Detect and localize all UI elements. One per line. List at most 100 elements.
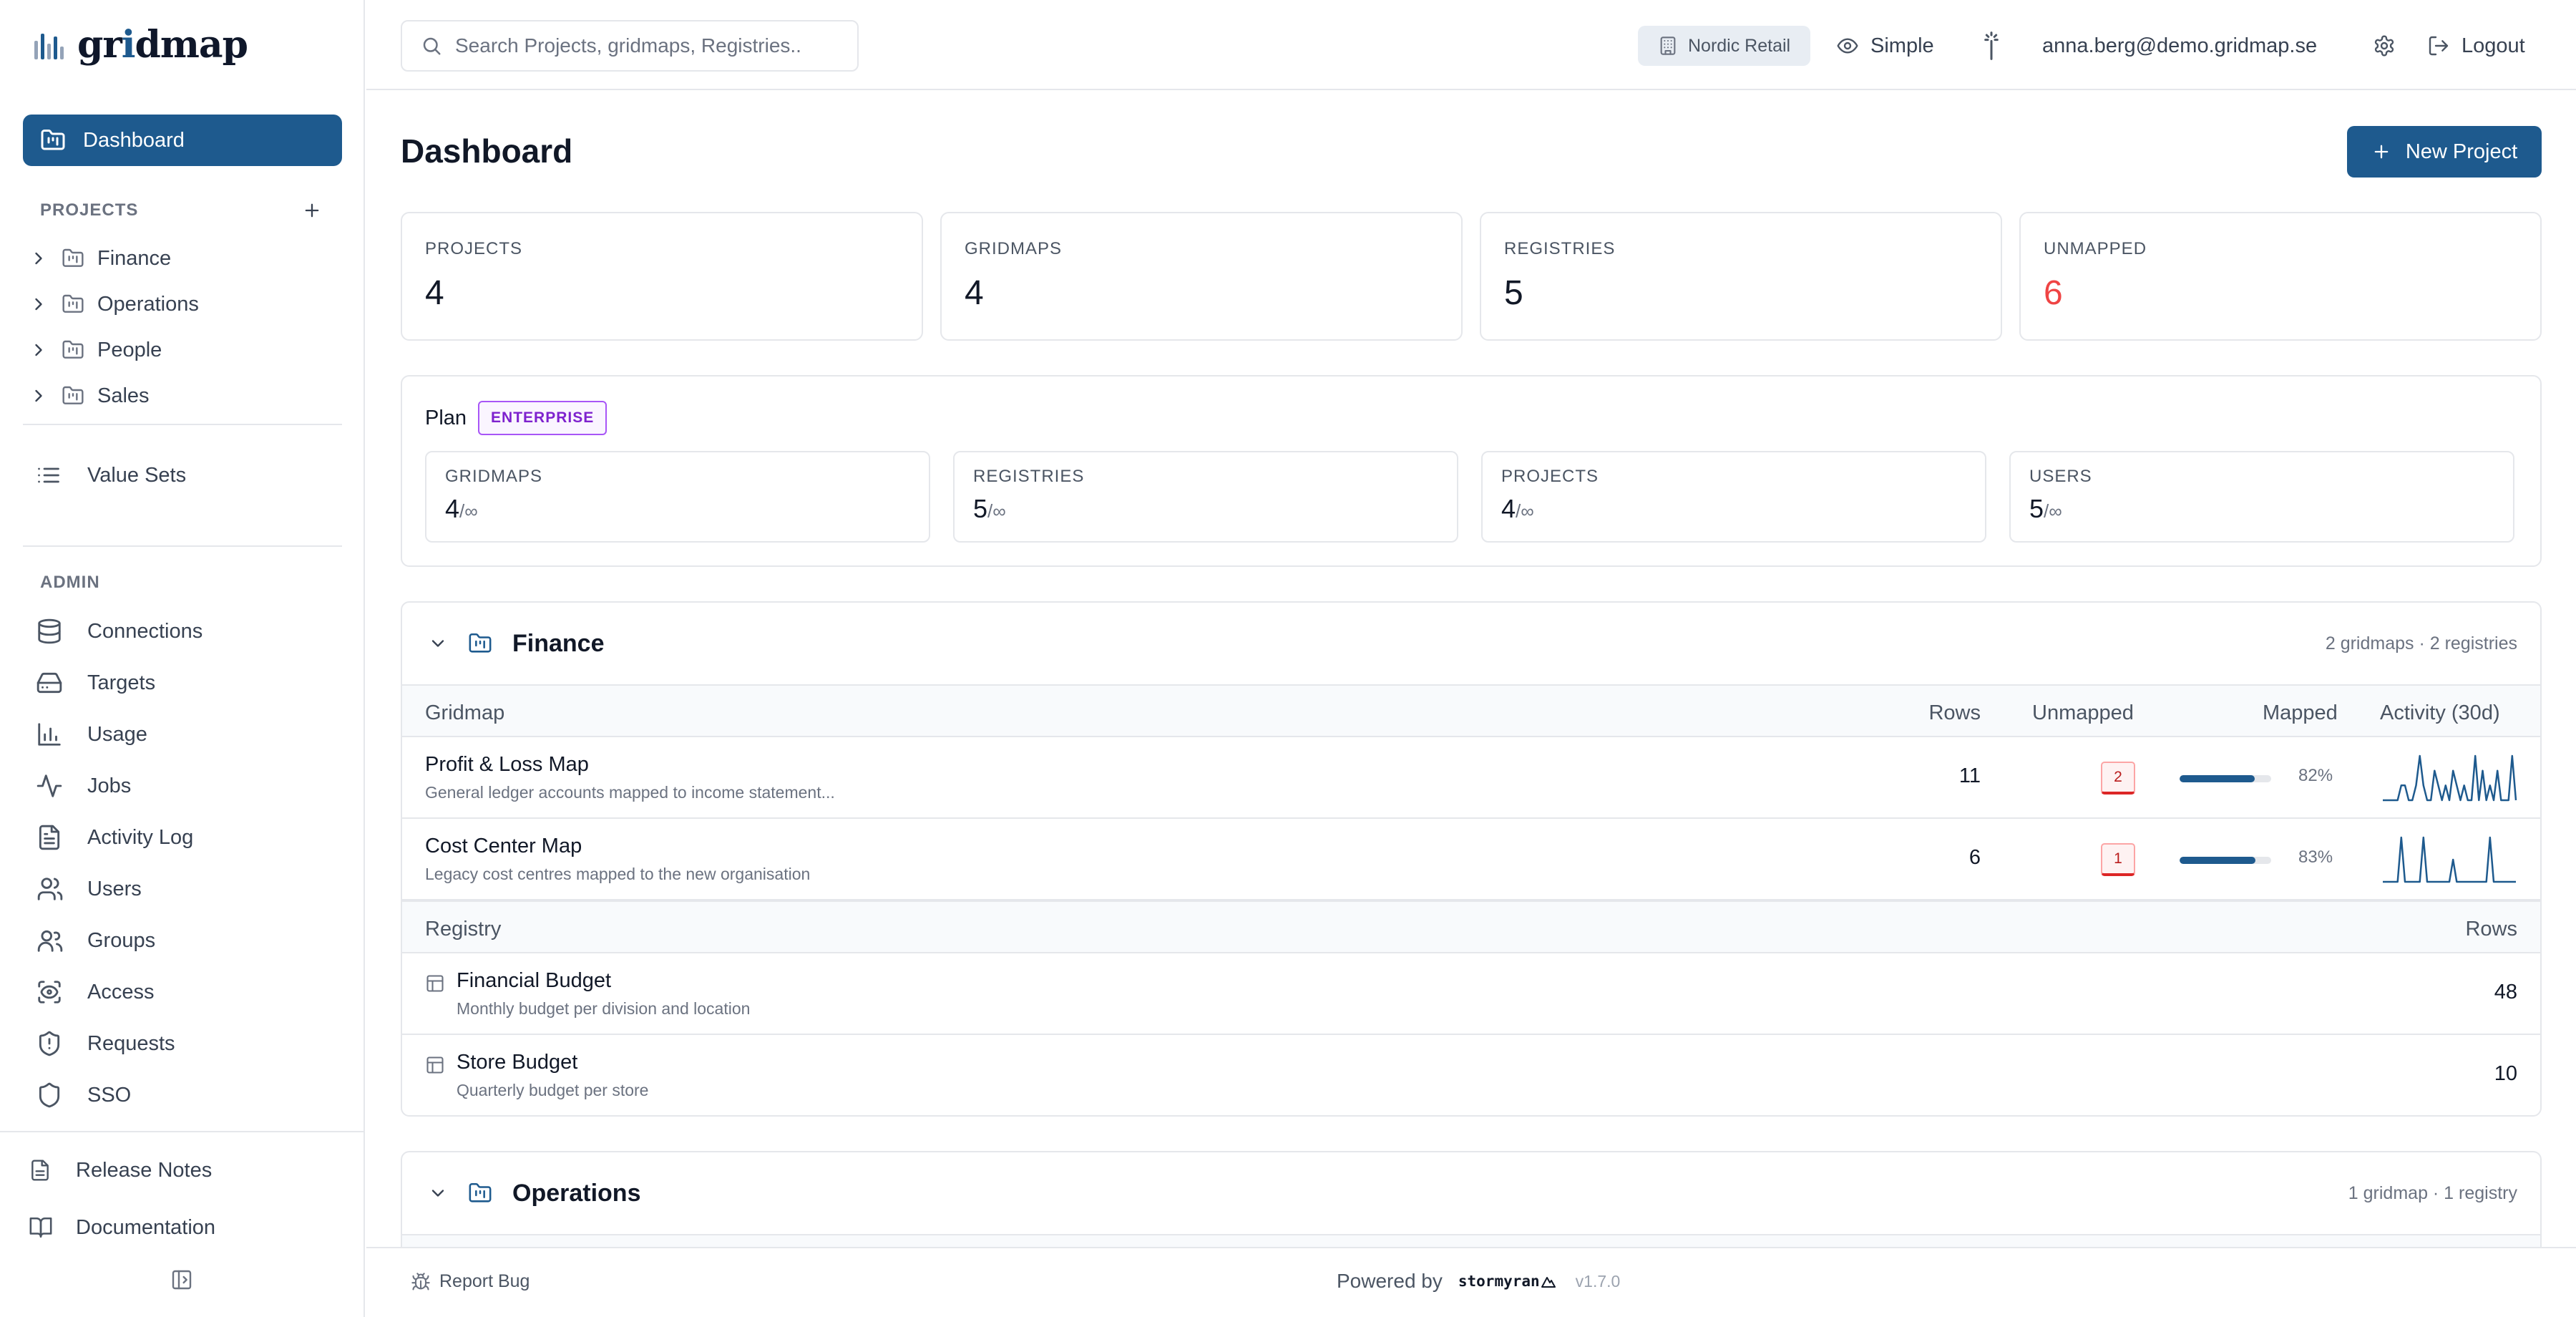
users-icon (37, 878, 63, 900)
view-mode-toggle[interactable]: Simple (1836, 26, 1934, 66)
sidebar: gridmap Dashboard PROJECTS Finance Opera… (0, 0, 365, 1317)
theme-button[interactable] (1981, 26, 2002, 66)
stat-value: 4 (425, 274, 444, 312)
shield-alert-icon (39, 1031, 60, 1056)
mapped-progress-fill (2180, 857, 2256, 864)
search-input[interactable] (455, 34, 856, 57)
logo-wordmark: gridmap (77, 22, 248, 67)
sidebar-project-operations[interactable]: Operations (29, 286, 199, 322)
sidebar-item-label: Value Sets (87, 463, 187, 487)
report-bug-link[interactable]: Report Bug (411, 1271, 530, 1292)
sidebar-project-label: Operations (97, 292, 199, 316)
project-header[interactable]: Operations 1 gridmap · 1 registry (402, 1152, 2540, 1234)
gridmap-description: General ledger accounts mapped to income… (425, 783, 835, 802)
table-row[interactable]: Financial Budget Monthly budget per divi… (402, 953, 2540, 1035)
eye-icon (1837, 38, 1858, 54)
activity-sparkline (2383, 836, 2516, 883)
global-search[interactable] (401, 20, 859, 72)
sidebar-project-label: People (97, 338, 162, 361)
documentation-label: Documentation (76, 1215, 216, 1239)
vendor-logo[interactable]: stormyran (1458, 1273, 1556, 1290)
quota-used: 5 (973, 494, 988, 523)
stat-card-registries[interactable]: REGISTRIES 5 (1480, 212, 2002, 341)
chevron-down-icon (431, 640, 444, 647)
shield-icon (39, 1082, 60, 1108)
stat-value: 6 (2044, 274, 2063, 312)
sidebar-item-connections[interactable]: Connections (36, 611, 203, 651)
col-activity: Activity (30d) (2380, 701, 2500, 724)
page-title: Dashboard (401, 132, 573, 170)
hard-drive-icon (36, 672, 62, 694)
project-card-finance: Finance 2 gridmaps · 2 registries Gridma… (401, 601, 2542, 1117)
powered-by-label: Powered by (1337, 1270, 1443, 1292)
stat-card-unmapped[interactable]: UNMAPPED 6 (2019, 212, 2542, 341)
gridmap-description: Legacy cost centres mapped to the new or… (425, 865, 811, 883)
stat-label: PROJECTS (425, 239, 523, 258)
app-logo[interactable]: gridmap (33, 20, 248, 69)
table-icon (426, 1056, 444, 1074)
sidebar-item-access[interactable]: Access (36, 972, 154, 1012)
activity-sparkline (2383, 754, 2517, 802)
registry-description: Quarterly budget per store (457, 1081, 649, 1099)
new-project-label: New Project (2405, 140, 2518, 163)
mountain-icon (1541, 1277, 1556, 1288)
mapped-progress (2180, 775, 2271, 782)
folder-icon (62, 386, 84, 404)
sidebar-item-value-sets[interactable]: Value Sets (36, 455, 186, 495)
sidebar-item-requests[interactable]: Requests (36, 1024, 175, 1064)
sidebar-project-people[interactable]: People (29, 332, 162, 368)
sidebar-item-label: Requests (87, 1031, 175, 1055)
sidebar-item-label: Targets (87, 671, 156, 694)
sidebar-item-jobs[interactable]: Jobs (36, 766, 131, 806)
quota-label: GRIDMAPS (445, 467, 543, 486)
documentation-link[interactable]: Documentation (29, 1207, 215, 1248)
user-menu[interactable]: anna.berg@demo.gridmap.se (2042, 26, 2317, 66)
add-project-button[interactable] (299, 198, 325, 223)
quota-used: 4 (445, 494, 460, 523)
stat-value: 5 (1504, 274, 1523, 312)
sidebar-item-label: Users (87, 877, 142, 900)
activity-icon (36, 774, 62, 797)
stat-card-projects[interactable]: PROJECTS 4 (401, 212, 923, 341)
quota-projects: PROJECTS 4/∞ (1481, 451, 1986, 543)
mapped-percent: 83% (2298, 847, 2333, 867)
sidebar-item-label: Groups (87, 928, 156, 952)
col-registry: Registry (425, 918, 502, 941)
sidebar-item-users[interactable]: Users (36, 869, 142, 909)
settings-button[interactable] (2373, 26, 2396, 66)
organization-switcher[interactable]: Nordic Retail (1638, 26, 1811, 66)
organization-name: Nordic Retail (1688, 35, 1791, 56)
registry-table-header: Registry Rows (402, 900, 2540, 953)
table-row[interactable]: Profit & Loss Map General ledger account… (402, 737, 2540, 819)
logout-button[interactable]: Logout (2427, 26, 2525, 66)
folder-icon (469, 633, 492, 653)
sidebar-project-sales[interactable]: Sales (29, 378, 150, 414)
gridmap-name: Profit & Loss Map (425, 753, 589, 776)
sidebar-project-finance[interactable]: Finance (29, 240, 171, 276)
table-row[interactable]: Cost Center Map Legacy cost centres mapp… (402, 819, 2540, 900)
stat-card-gridmaps[interactable]: GRIDMAPS 4 (940, 212, 1463, 341)
release-notes-link[interactable]: Release Notes (29, 1150, 212, 1190)
sidebar-item-targets[interactable]: Targets (36, 663, 155, 703)
project-header[interactable]: Finance 2 gridmaps · 2 registries (402, 603, 2540, 684)
sidebar-item-dashboard[interactable]: Dashboard (23, 115, 342, 166)
sidebar-item-label: Activity Log (87, 825, 194, 849)
sidebar-item-usage[interactable]: Usage (36, 714, 147, 754)
divider (0, 1131, 365, 1132)
sidebar-item-sso[interactable]: SSO (36, 1075, 131, 1115)
quota-limit: /∞ (2044, 500, 2062, 522)
list-icon (38, 467, 59, 483)
table-row[interactable]: Store Budget Quarterly budget per store … (402, 1035, 2540, 1115)
sparkline-series (2383, 836, 2516, 883)
sidebar-project-label: Finance (97, 246, 172, 270)
wand-icon (1984, 31, 1999, 60)
collapse-sidebar-button[interactable] (170, 1268, 196, 1294)
new-project-button[interactable]: New Project (2347, 126, 2542, 178)
quota-gridmaps: GRIDMAPS 4/∞ (425, 451, 930, 543)
stat-label: GRIDMAPS (965, 239, 1063, 258)
file-text-icon (39, 825, 60, 850)
user-group-icon (37, 930, 63, 952)
sidebar-item-activity-log[interactable]: Activity Log (36, 817, 193, 857)
sidebar-item-groups[interactable]: Groups (36, 920, 155, 961)
file-text-icon (31, 1160, 49, 1181)
